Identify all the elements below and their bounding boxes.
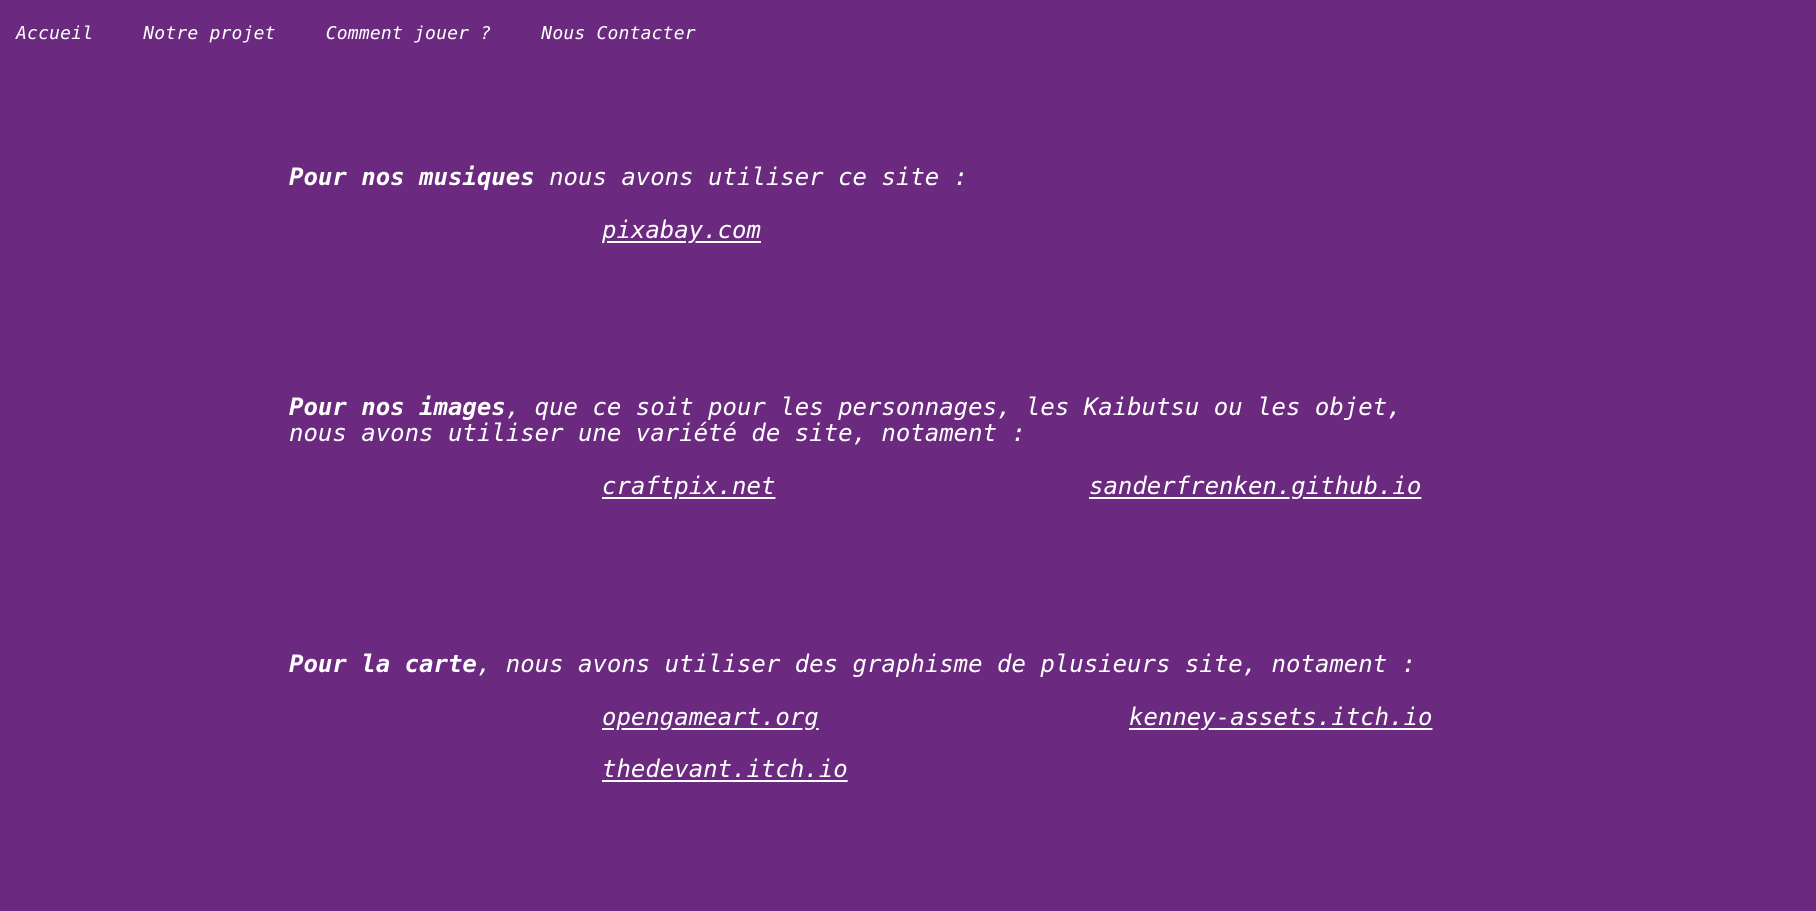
section-images-title: Pour nos images	[289, 393, 506, 421]
section-musiques-intro: Pour nos musiques nous avons utiliser ce…	[289, 164, 1489, 190]
nav-accueil[interactable]: Accueil	[16, 20, 93, 48]
section-carte-title: Pour la carte	[289, 650, 477, 678]
section-images-text-line2: nous avons utiliser une variété de site,…	[289, 419, 1026, 447]
section-musiques: Pour nos musiques nous avons utiliser ce…	[289, 164, 1489, 244]
link-thedevant[interactable]: thedevant.itch.io	[602, 755, 848, 783]
nav-comment-jouer[interactable]: Comment jouer ?	[326, 20, 492, 48]
nav-notre-projet[interactable]: Notre projet	[143, 20, 275, 48]
section-musiques-links: pixabay.com	[289, 190, 1489, 244]
section-carte-links: opengameart.org kenney-assets.itch.io th…	[289, 677, 1489, 783]
section-musiques-title: Pour nos musiques	[289, 163, 535, 191]
section-musiques-text: nous avons utiliser ce site :	[534, 163, 969, 191]
link-craftpix[interactable]: craftpix.net	[602, 472, 775, 500]
link-pixabay[interactable]: pixabay.com	[602, 216, 761, 244]
section-carte-intro: Pour la carte, nous avons utiliser des g…	[289, 651, 1489, 677]
top-nav: Accueil Notre projet Comment jouer ? Nou…	[16, 20, 696, 48]
section-carte-text: , nous avons utiliser des graphisme de p…	[476, 650, 1417, 678]
section-images-intro: Pour nos images, que ce soit pour les pe…	[289, 394, 1489, 446]
section-carte: Pour la carte, nous avons utiliser des g…	[289, 651, 1489, 783]
section-images-links: craftpix.net sanderfrenken.github.io	[289, 446, 1489, 500]
section-images-text: , que ce soit pour les personnages, les …	[505, 393, 1402, 421]
link-kenney-assets[interactable]: kenney-assets.itch.io	[1129, 703, 1432, 731]
page: Accueil Notre projet Comment jouer ? Nou…	[0, 0, 1816, 911]
link-sanderfrenken[interactable]: sanderfrenken.github.io	[1089, 472, 1421, 500]
section-images: Pour nos images, que ce soit pour les pe…	[289, 394, 1489, 500]
link-opengameart[interactable]: opengameart.org	[602, 703, 819, 731]
nav-nous-contacter[interactable]: Nous Contacter	[541, 20, 696, 48]
